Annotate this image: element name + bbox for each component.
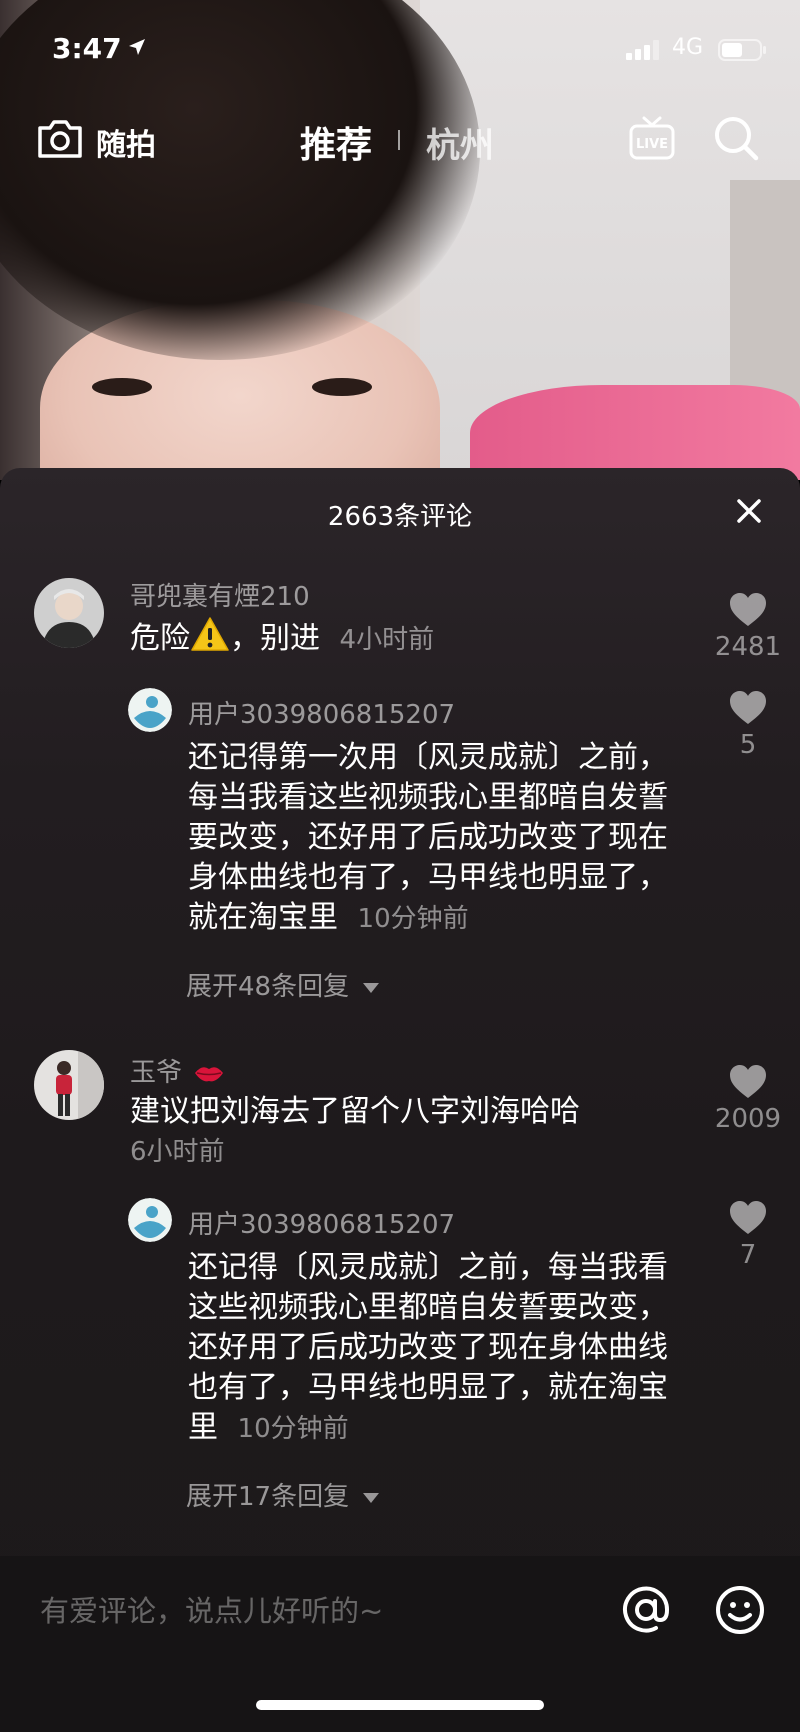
- avatar[interactable]: [34, 578, 104, 648]
- comment-time: 6小时前: [130, 1137, 225, 1167]
- close-icon[interactable]: [734, 496, 764, 526]
- reply-time: 10分钟前: [357, 904, 469, 934]
- like-count: 2009: [714, 1104, 782, 1134]
- video-eye-left: [92, 378, 152, 396]
- reply-username[interactable]: 用户3039806815207: [188, 694, 455, 731]
- video-background[interactable]: [0, 0, 800, 480]
- reply-text: 还记得〔风灵成就〕之前，每当我看这些视频我心里都暗自发誓要改变，还好用了后成功改…: [188, 1248, 676, 1449]
- like-count: 7: [739, 1240, 757, 1270]
- nav-city-tab[interactable]: 杭州: [426, 118, 494, 167]
- comment-text: 建议把刘海去了留个八字刘海哈哈 6小时前: [130, 1092, 650, 1172]
- comments-panel[interactable]: 2663条评论 哥兜裏有煙210 危险 ，别进 4小时前 2481 用户3039…: [0, 468, 800, 1732]
- live-badge-text: LIVE: [636, 137, 668, 152]
- chevron-down-icon: [363, 982, 380, 993]
- comment-text-part: ，别进: [230, 621, 320, 656]
- expand-replies-button[interactable]: 展开17条回复: [186, 1476, 380, 1513]
- chevron-down-icon: [363, 1492, 380, 1503]
- comment-username[interactable]: 哥兜裏有煙210: [130, 576, 310, 613]
- signal-icon: [626, 40, 659, 60]
- comment-username[interactable]: 玉爷: [130, 1052, 224, 1089]
- comment-text-part: 危险: [130, 621, 190, 656]
- like-count: 5: [739, 730, 757, 760]
- heart-icon: [730, 1065, 766, 1098]
- video-eye-right: [312, 378, 372, 396]
- top-nav: 随拍 推荐 杭州 LIVE: [0, 110, 800, 170]
- reply-username[interactable]: 用户3039806815207: [188, 1204, 455, 1241]
- reply-time: 10分钟前: [237, 1414, 349, 1444]
- search-icon[interactable]: [712, 114, 760, 162]
- like-button[interactable]: 2481: [708, 592, 788, 662]
- nav-recommend-tab[interactable]: 推荐: [300, 116, 372, 168]
- heart-icon: [730, 593, 766, 626]
- reply-text: 还记得第一次用〔风灵成就〕之前，每当我看这些视频我心里都暗自发誓要改变，还好用了…: [188, 738, 676, 939]
- comment-username-text: 玉爷: [130, 1058, 183, 1088]
- comment-text-body: 建议把刘海去了留个八字刘海哈哈: [130, 1094, 580, 1129]
- battery-icon: [718, 39, 766, 61]
- expand-replies-label: 展开17条回复: [186, 1482, 350, 1512]
- comments-count-title: 2663条评论: [327, 502, 473, 532]
- like-count: 2481: [714, 632, 782, 662]
- nav-shoot-tab[interactable]: 随拍: [96, 120, 156, 164]
- nav-divider: [398, 130, 400, 150]
- home-indicator[interactable]: [256, 1700, 544, 1710]
- comment-time: 4小时前: [339, 625, 435, 655]
- avatar[interactable]: [128, 688, 172, 732]
- expand-replies-button[interactable]: 展开48条回复: [186, 966, 380, 1003]
- heart-icon: [730, 1201, 766, 1234]
- camera-icon[interactable]: [36, 116, 84, 160]
- status-bar: 3:47 4G: [0, 28, 800, 72]
- avatar[interactable]: [128, 1198, 172, 1242]
- live-tv-icon[interactable]: LIVE: [628, 114, 676, 162]
- heart-icon: [730, 691, 766, 724]
- emoji-icon[interactable]: [714, 1584, 766, 1636]
- like-button[interactable]: 2009: [708, 1064, 788, 1134]
- lips-icon: [195, 1067, 224, 1082]
- like-button[interactable]: 5: [708, 690, 788, 760]
- warning-icon: [191, 617, 229, 651]
- location-arrow-icon: [129, 39, 145, 55]
- avatar[interactable]: [34, 1050, 104, 1120]
- at-icon[interactable]: [620, 1584, 672, 1636]
- like-button[interactable]: 7: [708, 1200, 788, 1270]
- status-time: 3:47: [52, 32, 122, 65]
- network-type: 4G: [672, 35, 704, 60]
- video-pink-object: [470, 385, 800, 480]
- comment-input[interactable]: 有爱评论，说点儿好听的~: [40, 1588, 383, 1630]
- expand-replies-label: 展开48条回复: [186, 972, 350, 1002]
- comment-text: 危险 ，别进 4小时前: [130, 616, 650, 660]
